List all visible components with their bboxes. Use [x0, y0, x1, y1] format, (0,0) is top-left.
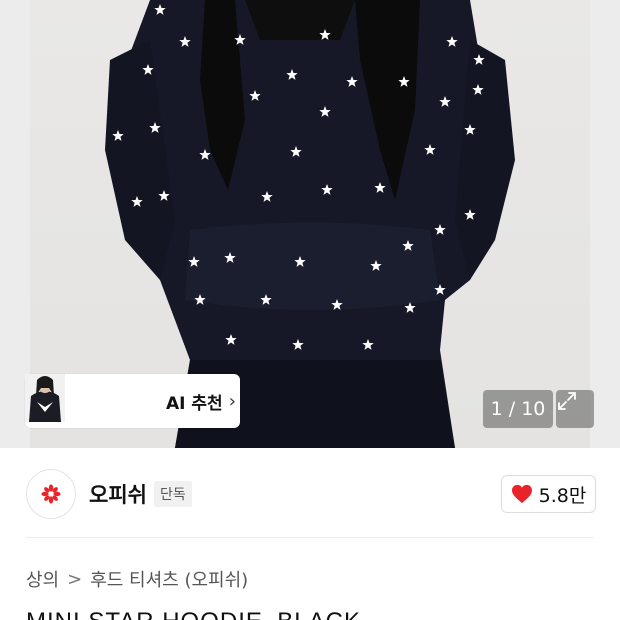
recommendation-thumbnail[interactable] — [25, 374, 156, 425]
ai-recommend-label: AI 추천 — [166, 393, 223, 414]
recommendation-thumbnail[interactable] — [25, 374, 112, 425]
ai-recommend-chip[interactable]: AI 추천 › — [25, 374, 240, 428]
breadcrumb-item-category[interactable]: 상의 — [26, 566, 59, 592]
like-count: 5.8만 — [538, 484, 587, 507]
chevron-right-icon: › — [228, 390, 236, 412]
chevron-right-icon: > — [67, 568, 83, 590]
image-pager: 1 / 10 — [483, 390, 553, 428]
breadcrumb-item-subcategory[interactable]: 후드 티셔츠 (오피쉬) — [90, 566, 248, 592]
brand-name[interactable]: 오피쉬 — [89, 479, 147, 509]
product-image-gallery[interactable]: AI 추천 › 1 / 10 — [0, 0, 620, 448]
product-title: MINI STAR HOODIE_BLACK — [26, 608, 361, 620]
exclusive-badge: 단독 — [153, 481, 192, 507]
expand-icon — [558, 392, 576, 410]
brand-logo[interactable] — [26, 469, 76, 519]
heart-icon — [511, 484, 532, 504]
breadcrumb: 상의 > 후드 티셔츠 (오피쉬) — [26, 566, 248, 592]
section-divider — [26, 537, 594, 538]
expand-button[interactable] — [556, 390, 594, 428]
brand-row: 오피쉬 단독 5.8만 — [26, 468, 596, 520]
brand-logo-mark-icon — [41, 484, 61, 504]
like-button[interactable]: 5.8만 — [501, 475, 596, 513]
